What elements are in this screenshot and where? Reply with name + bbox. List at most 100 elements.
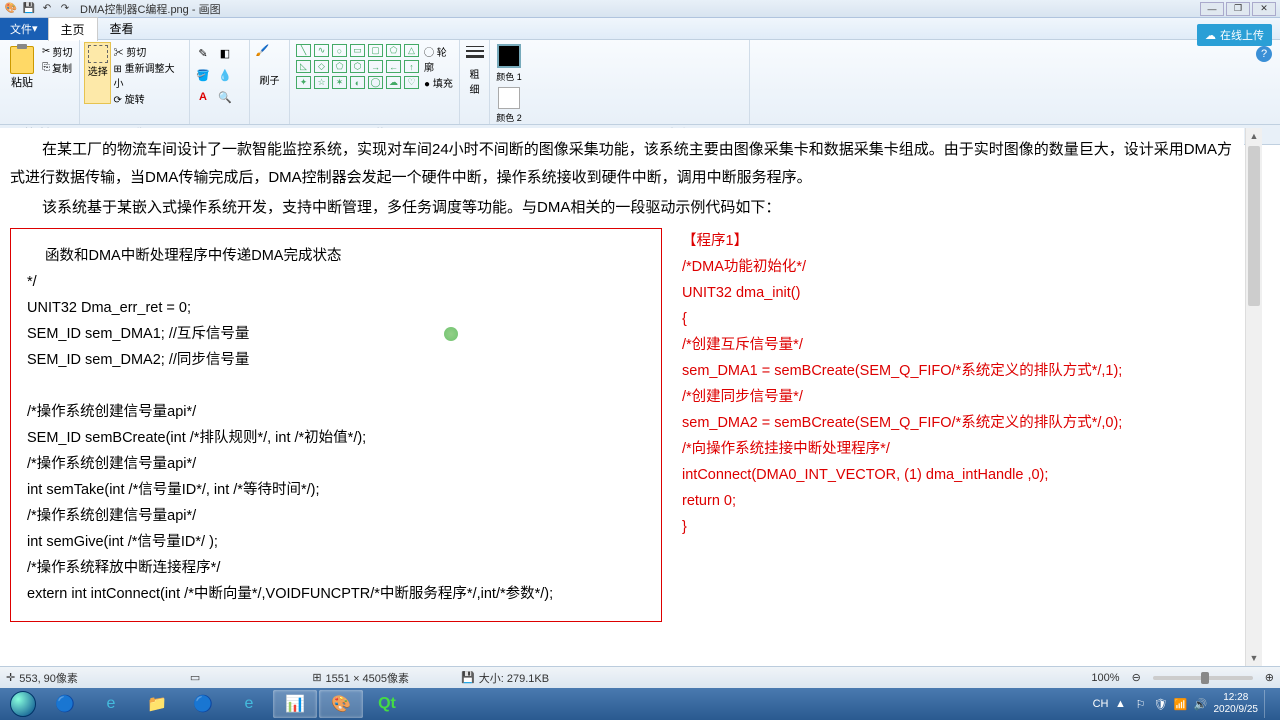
shape-arrow-u[interactable]: ↑ (404, 60, 419, 73)
show-desktop[interactable] (1264, 690, 1272, 718)
shape-triangle[interactable]: △ (404, 44, 419, 57)
zoom-level: 100% (1091, 672, 1119, 684)
paragraph-1: 在某工厂的物流车间设计了一款智能监控系统，实现对车间24小时不间断的图像采集功能… (10, 136, 1234, 192)
redo-icon[interactable]: ↷ (58, 2, 72, 16)
picker-tool[interactable]: 💧 (216, 66, 234, 84)
shape-rtriangle[interactable]: ◺ (296, 60, 311, 73)
task-explorer[interactable]: 📁 (135, 690, 179, 718)
color2-button[interactable]: 颜色 2 (494, 85, 524, 126)
select-button[interactable]: 选择 (84, 42, 111, 104)
task-qt[interactable]: Qt (365, 690, 409, 718)
app-icon: 🎨 (4, 2, 18, 16)
shape-roundrect[interactable]: ▢ (368, 44, 383, 57)
brush-icon[interactable]: 🖌️ (256, 44, 284, 72)
statusbar: ✛ 553, 90像素 ▭ ⊞ 1551 × 4505像素 💾 大小: 279.… (0, 666, 1280, 688)
shape-star4[interactable]: ✦ (296, 76, 311, 89)
eraser-tool[interactable]: ◧ (216, 44, 234, 62)
shape-curve[interactable]: ∿ (314, 44, 329, 57)
fill-button[interactable]: ● 填充 (424, 75, 453, 90)
shape-polygon[interactable]: ⬠ (386, 44, 401, 57)
upload-button[interactable]: ☁ 在线上传 (1197, 24, 1272, 46)
save-icon[interactable]: 💾 (22, 2, 36, 16)
canvas[interactable]: 在某工厂的物流车间设计了一款智能监控系统，实现对车间24小时不间断的图像采集功能… (0, 128, 1244, 666)
shape-rect[interactable]: ▭ (350, 44, 365, 57)
zoom-out-button[interactable]: ⊖ (1132, 671, 1141, 684)
shape-hexagon[interactable]: ⬡ (350, 60, 365, 73)
image-group: 选择 ✂ 剪切 ⊞ 重新调整大小 ⟳ 旋转 (80, 40, 190, 124)
paragraph-2: 该系统基于某嵌入式操作系统开发，支持中断管理，多任务调度等功能。与DMA相关的一… (42, 194, 1234, 222)
file-size: 💾 大小: 279.1KB (461, 670, 549, 686)
vertical-scrollbar[interactable]: ▲ ▼ (1245, 128, 1262, 666)
maximize-button[interactable]: ❐ (1226, 2, 1250, 16)
zoom-in-button[interactable]: ⊕ (1265, 671, 1274, 684)
shape-line[interactable]: ╲ (296, 44, 311, 57)
zoom-tool[interactable]: 🔍 (216, 88, 234, 106)
shape-callout-c[interactable]: ☁ (386, 76, 401, 89)
canvas-dimensions: ⊞ 1551 × 4505像素 (312, 670, 409, 686)
thickness-button[interactable] (464, 44, 486, 66)
shape-diamond[interactable]: ◇ (314, 60, 329, 73)
task-paint[interactable]: 🎨 (319, 690, 363, 718)
clipboard-group: 粘贴 ✂ 剪切 ⎘ 复制 (0, 40, 80, 124)
shape-callout-r[interactable]: ◐ (350, 76, 365, 89)
help-button[interactable]: ? (1256, 46, 1272, 62)
task-app3[interactable]: 📊 (273, 690, 317, 718)
select-icon (88, 45, 108, 63)
close-button[interactable]: ✕ (1252, 2, 1276, 16)
shape-callout-o[interactable]: ◯ (368, 76, 383, 89)
tab-home[interactable]: 主页 (48, 17, 98, 41)
cursor-position: ✛ 553, 90像素 (6, 670, 78, 686)
title-text: DMA控制器C编程.png - 画图 (80, 1, 1200, 17)
task-browser[interactable]: e (227, 690, 271, 718)
copy-button[interactable]: ⎘ 复制 (42, 60, 72, 75)
scroll-down-icon[interactable]: ▼ (1246, 650, 1262, 666)
paste-icon (10, 46, 34, 74)
outline-button[interactable]: ◯ 轮廓 (424, 44, 453, 74)
lang-icon[interactable]: CH (1094, 697, 1108, 711)
shape-arrow-l[interactable]: ← (386, 60, 401, 73)
fill-tool[interactable]: 🪣 (194, 66, 212, 84)
code-left: 函数和DMA中断处理程序中传递DMA完成状态 */ UNIT32 Dma_err… (10, 228, 662, 622)
shape-star6[interactable]: ✶ (332, 76, 347, 89)
clock[interactable]: 12:28 2020/9/25 (1214, 692, 1259, 716)
shape-pentagon[interactable]: ⬠ (332, 60, 347, 73)
scroll-up-icon[interactable]: ▲ (1246, 128, 1262, 144)
tray-icon-1[interactable]: ▲ (1114, 697, 1128, 711)
paste-button[interactable]: 粘贴 (4, 42, 40, 104)
shape-heart[interactable]: ♡ (404, 76, 419, 89)
windows-orb-icon (10, 691, 36, 717)
tray-icon-3[interactable]: 🛡 (1154, 697, 1168, 711)
colors-group: 颜色 1 颜色 2 编辑颜色 (490, 40, 750, 124)
tray-icon-2[interactable]: ⚐ (1134, 697, 1148, 711)
color1-swatch (497, 44, 521, 68)
pencil-tool[interactable]: ✎ (194, 44, 212, 62)
code-right: 【程序1】 /*DMA功能初始化*/ UNIT32 dma_init() { /… (682, 228, 1122, 622)
volume-icon[interactable]: 🔊 (1194, 697, 1208, 711)
brush-group: 🖌️ 刷子 (250, 40, 290, 124)
shape-star5[interactable]: ☆ (314, 76, 329, 89)
task-app1[interactable]: 🔵 (43, 690, 87, 718)
shape-arrow-r[interactable]: → (368, 60, 383, 73)
tab-view[interactable]: 查看 (98, 17, 146, 40)
task-app2[interactable]: 🔵 (181, 690, 225, 718)
text-tool[interactable]: A (194, 88, 212, 106)
shape-oval[interactable]: ○ (332, 44, 347, 57)
task-ie[interactable]: e (89, 690, 133, 718)
color2-swatch (498, 87, 520, 109)
ribbon: 粘贴 ✂ 剪切 ⎘ 复制 选择 ✂ 剪切 ⊞ 重新调整大小 ⟳ 旋转 ✎ 🪣 A… (0, 40, 1280, 125)
tray-icon-4[interactable]: 📶 (1174, 697, 1188, 711)
shapes-group: ╲ ∿ ○ ▭ ▢ ⬠ △ ◺ ◇ ⬠ ⬡ → ← ↑ ✦ ☆ ✶ ◐ ◯ ☁ (290, 40, 460, 124)
zoom-slider[interactable] (1153, 676, 1253, 680)
minimize-button[interactable]: — (1200, 2, 1224, 16)
color1-button[interactable]: 颜色 1 (494, 42, 524, 85)
scroll-thumb[interactable] (1248, 146, 1260, 306)
menubar: 文件 ▾ 主页 查看 (0, 18, 1280, 40)
rotate-button[interactable]: ⟳ 旋转 (113, 91, 183, 106)
undo-icon[interactable]: ↶ (40, 2, 54, 16)
file-menu[interactable]: 文件 ▾ (0, 18, 48, 40)
taskbar: 🔵 e 📁 🔵 e 📊 🎨 Qt CH ▲ ⚐ 🛡 📶 🔊 12:28 2020… (0, 688, 1280, 720)
cut-button[interactable]: ✂ 剪切 (42, 44, 72, 59)
resize-button[interactable]: ⊞ 重新调整大小 (113, 60, 183, 90)
start-button[interactable] (4, 690, 42, 718)
crop-button[interactable]: ✂ 剪切 (113, 44, 183, 59)
